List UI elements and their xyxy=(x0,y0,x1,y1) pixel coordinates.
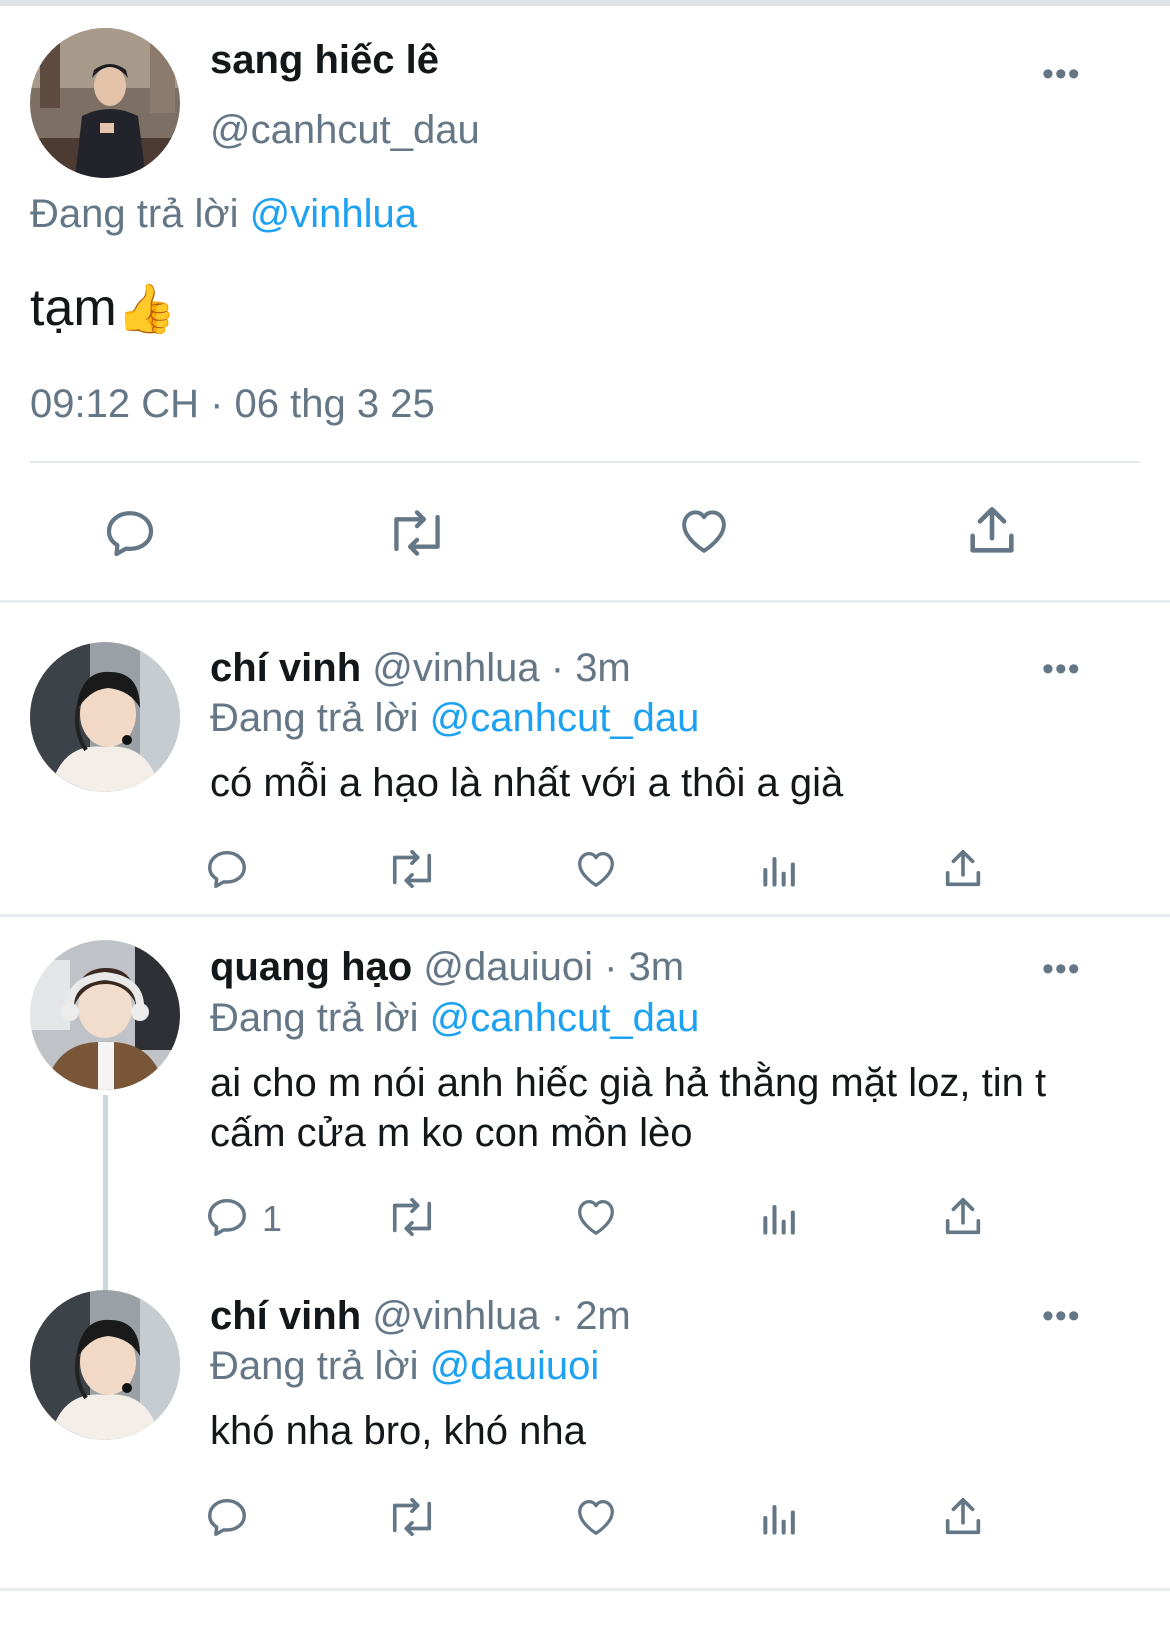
replying-to: Đang trả lời @canhcut_dau xyxy=(210,696,699,741)
heart-icon[interactable] xyxy=(572,846,620,892)
separator-dot: · xyxy=(592,945,629,989)
tweet-body: tạm xyxy=(30,279,117,337)
views-icon[interactable] xyxy=(758,848,802,892)
more-icon[interactable]: ••• xyxy=(1042,55,1081,94)
share-icon[interactable] xyxy=(940,846,986,892)
share-icon[interactable] xyxy=(940,1194,986,1240)
reply-header: quang hạo @dauiuoi · 3m xyxy=(210,945,684,990)
more-icon[interactable]: ••• xyxy=(1042,650,1081,689)
reply-icon[interactable] xyxy=(204,1194,250,1240)
section-divider xyxy=(0,1588,1170,1591)
separator-dot: · xyxy=(539,646,576,690)
avatar[interactable] xyxy=(30,1290,180,1440)
author-name[interactable]: quang hạo xyxy=(210,945,412,989)
share-icon[interactable] xyxy=(962,502,1022,560)
author-name[interactable]: chí vinh xyxy=(210,1294,361,1338)
more-icon[interactable]: ••• xyxy=(1042,950,1081,989)
retweet-icon[interactable] xyxy=(385,846,439,892)
mention-link[interactable]: @canhcut_dau xyxy=(430,696,700,740)
retweet-icon[interactable] xyxy=(385,505,449,561)
tweet-text: ai cho m nói anh hiếc già hả thằng mặt l… xyxy=(210,1061,1047,1155)
author-handle[interactable]: @vinhlua xyxy=(372,1294,539,1338)
timestamp[interactable]: 09:12 CH · 06 thg 3 25 xyxy=(30,382,435,427)
separator-dot: · xyxy=(539,1294,576,1338)
tweet-text: có mỗi a hạo là nhất với a thôi a già xyxy=(210,761,844,805)
thumbs-up-emoji: 👍 xyxy=(116,281,177,337)
replying-to: Đang trả lời @dauiuoi xyxy=(210,1344,599,1389)
retweet-icon[interactable] xyxy=(385,1194,439,1240)
heart-icon[interactable] xyxy=(572,1194,620,1240)
reply-icon[interactable] xyxy=(204,846,250,892)
retweet-icon[interactable] xyxy=(385,1494,439,1540)
avatar[interactable] xyxy=(30,642,180,792)
reply-header: chí vinh @vinhlua · 2m xyxy=(210,1294,631,1339)
replying-prefix: Đang trả lời xyxy=(210,696,419,740)
top-divider xyxy=(0,0,1170,6)
section-divider xyxy=(0,914,1170,917)
tweet-text: tạm👍 xyxy=(30,278,176,338)
replying-prefix: Đang trả lời xyxy=(210,996,419,1040)
reply-count: 1 xyxy=(262,1198,283,1239)
replying-prefix: Đang trả lời xyxy=(30,192,239,236)
mention-link[interactable]: @vinhlua xyxy=(250,192,417,236)
avatar[interactable] xyxy=(30,940,180,1090)
timestamp[interactable]: 2m xyxy=(575,1294,631,1338)
tweet-text: khó nha bro, khó nha xyxy=(210,1409,586,1453)
section-divider xyxy=(0,600,1170,603)
more-icon[interactable]: ••• xyxy=(1042,1297,1081,1336)
replying-prefix: Đang trả lời xyxy=(210,1344,419,1388)
author-handle[interactable]: @vinhlua xyxy=(372,646,539,690)
replying-to: Đang trả lời @vinhlua xyxy=(30,192,417,237)
heart-icon[interactable] xyxy=(572,1494,620,1540)
views-icon[interactable] xyxy=(758,1496,802,1540)
timestamp[interactable]: 3m xyxy=(629,945,685,989)
author-name[interactable]: sang hiếc lê xyxy=(210,38,439,83)
share-icon[interactable] xyxy=(940,1494,986,1540)
author-handle[interactable]: @canhcut_dau xyxy=(210,108,480,153)
reply-header: chí vinh @vinhlua · 3m xyxy=(210,646,631,691)
timestamp[interactable]: 3m xyxy=(575,646,631,690)
replying-to: Đang trả lời @canhcut_dau xyxy=(210,996,699,1041)
author-handle[interactable]: @dauiuoi xyxy=(423,945,593,989)
heart-icon[interactable] xyxy=(675,503,733,559)
avatar[interactable] xyxy=(30,28,180,178)
author-name[interactable]: chí vinh xyxy=(210,646,361,690)
mention-link[interactable]: @dauiuoi xyxy=(430,1344,600,1388)
views-icon[interactable] xyxy=(758,1196,802,1240)
divider xyxy=(30,461,1140,463)
mention-link[interactable]: @canhcut_dau xyxy=(430,996,700,1040)
reply-icon[interactable] xyxy=(102,505,158,561)
reply-icon[interactable] xyxy=(204,1494,250,1540)
